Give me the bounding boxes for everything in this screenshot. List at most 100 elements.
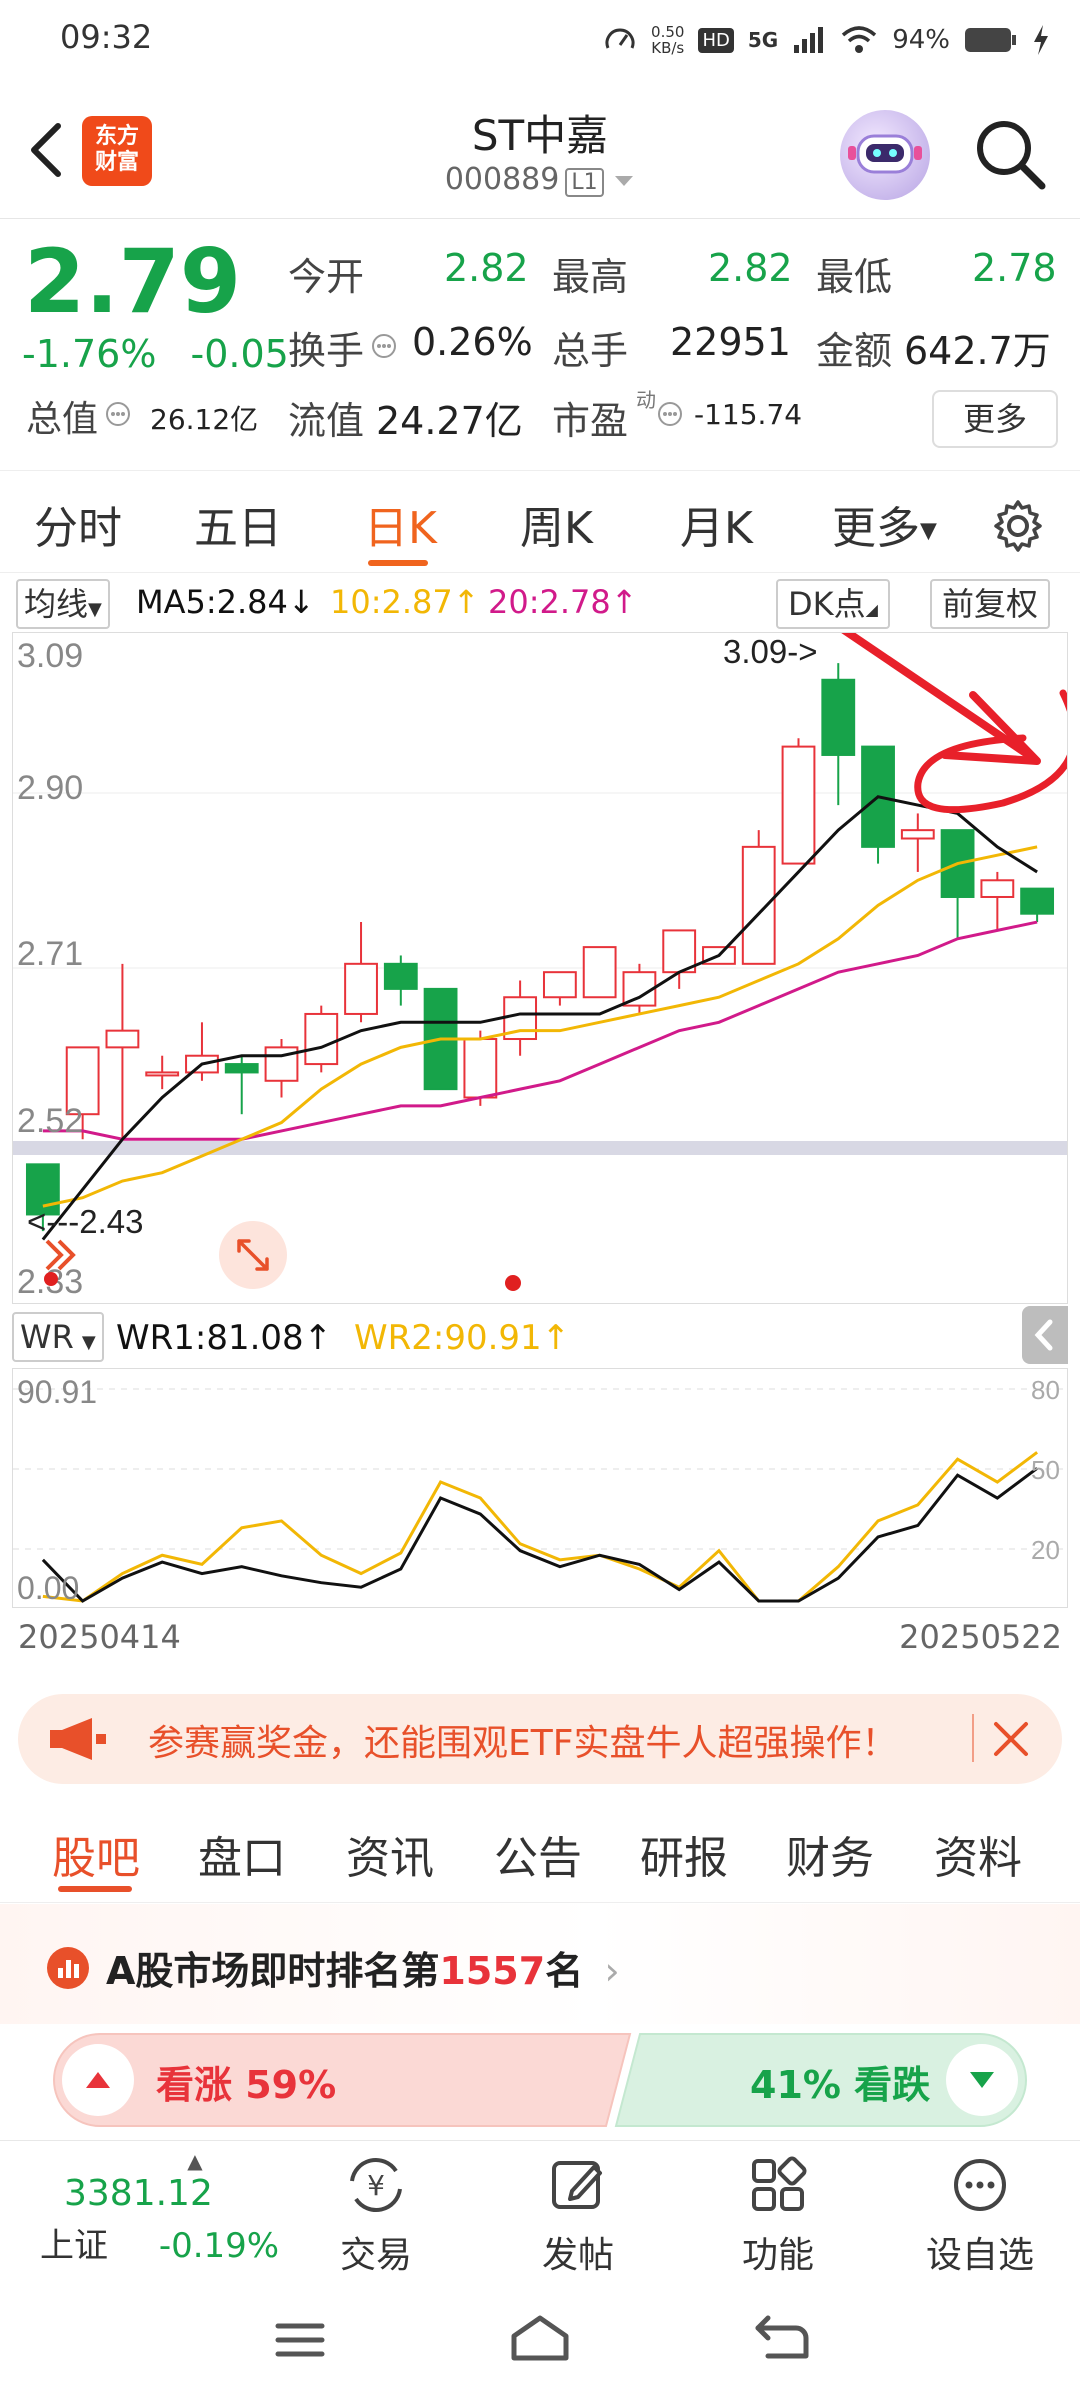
wr2-legend: WR2:90.91↑ [354,1318,570,1358]
candle [821,663,856,806]
tab-monthly-k[interactable]: 月K [680,492,753,556]
adjust-mode-button[interactable]: 前复权 [930,579,1051,629]
wr1-value: WR1:81.08 [116,1318,304,1358]
tab-more-label: 更多 [832,503,920,554]
index-name: 上证 [40,2226,108,2266]
market-rank-row[interactable]: A股市场即时排名第1557名 › [0,1904,1080,2024]
status-icons: 0.50 KB/s HD 5G 94% [603,18,1050,62]
vote-up-button[interactable] [62,2044,134,2116]
candle [145,1055,180,1090]
vote-down-button[interactable] [946,2044,1018,2116]
hd-badge: HD [698,27,734,53]
tab-guba[interactable]: 股吧 [52,1822,140,1886]
close-icon[interactable] [990,1718,1032,1760]
back-nav-icon[interactable] [752,2312,812,2364]
expand-icon[interactable] [219,1221,287,1289]
float-cap-value: 24.27亿 [376,399,523,443]
price-change-row: -1.76% -0.05 [22,332,289,376]
amount-value: 642.7万 [904,329,1051,373]
add-watchlist-button[interactable]: 设自选 [910,2153,1050,2278]
status-bar: 09:32 0.50 KB/s HD 5G 94% [0,0,1080,80]
candle [1020,887,1055,923]
speed-unit: KB/s [651,39,685,57]
wifi-icon [842,26,877,53]
volume-label: 总手 [552,329,629,373]
ma5-legend: MA5:2.84↓ [136,583,315,621]
post-button[interactable]: 发帖 [508,2153,648,2278]
settings-gear-icon[interactable] [990,498,1046,554]
yen-exchange-icon: ¥ [350,2157,402,2213]
rank-suffix: 名 [545,1949,584,1993]
assistant-avatar[interactable] [840,110,930,200]
trade-button[interactable]: ¥ 交易 [306,2153,446,2278]
network-speed: 0.50 KB/s [651,24,684,56]
turnover-label: 换手 [288,329,365,373]
market-cap-label: 总值 [26,399,99,440]
period-tabs: 分时 五日 日K 周K 月K 更多▼ [0,470,1080,573]
info-icon[interactable] [104,400,132,428]
candle [383,955,418,1006]
index-ticker[interactable]: ▲ 3381.12 上证 -0.19% [40,2149,290,2267]
arrow-up-icon: ↑ [610,583,638,621]
edit-post-icon [552,2161,602,2209]
info-icon[interactable] [370,332,398,360]
caret-down-icon: ▼ [88,599,102,620]
tab-five-day[interactable]: 五日 [194,492,282,556]
bottom-action-bar: ▲ 3381.12 上证 -0.19% ¥ 交易 发帖 功能 设自选 [0,2140,1080,2276]
kline-chart[interactable]: 3.09 2.90 2.71 2.52 2.33 3.09-> <---2.43 [12,632,1068,1304]
post-label: 发帖 [541,2235,614,2276]
tab-news[interactable]: 资讯 [346,1822,434,1886]
wr-chart[interactable]: 90.91 0.00 80 50 20 [12,1368,1068,1608]
home-icon[interactable] [508,2312,572,2364]
wr-svg: 90.91 0.00 80 50 20 [13,1374,1067,1606]
tab-order-book[interactable]: 盘口 [198,1822,286,1886]
tab-intraday[interactable]: 分时 [34,492,122,556]
search-icon[interactable] [972,116,1048,192]
last-price: 2.79 [24,230,242,333]
tab-financials[interactable]: 财务 [786,1822,874,1886]
tab-profile[interactable]: 资料 [934,1822,1022,1886]
trade-label: 交易 [339,2235,412,2276]
wr1-line [41,1467,1039,1603]
caret-down-icon: ▼ [920,518,937,544]
candle [344,922,378,1023]
info-icon[interactable] [656,400,684,428]
candle [542,971,577,1006]
collapse-panel-button[interactable] [1022,1306,1068,1364]
tab-weekly-k[interactable]: 周K [520,492,593,556]
tab-announcements[interactable]: 公告 [494,1822,582,1886]
menu-icon[interactable] [272,2318,328,2362]
tab-more[interactable]: 更多▼ [832,492,937,556]
tab-daily-k[interactable]: 日K [364,492,437,556]
low-label: 最低 [816,255,893,299]
candle [940,829,975,939]
candle [105,963,140,1140]
dk-point-button[interactable]: DK点◢ [776,579,890,629]
more-quote-button[interactable]: 更多 [932,390,1058,448]
quote-summary: 2.79 -1.76% -0.05 今开 2.82 最高 2.82 最低 2.7… [0,220,1080,471]
ma-legend: 均线▼ MA5:2.84↓ 10:2.87↑ 20:2.78↑ DK点◢ 前复权 [0,575,1080,631]
battery-icon [965,28,1016,52]
open-value: 2.82 [444,246,529,290]
candle [900,813,935,872]
tab-research[interactable]: 研报 [640,1822,728,1886]
change-amount: -0.05 [190,332,289,376]
chevron-right-icon: › [604,1949,620,1993]
functions-button[interactable]: 功能 [708,2153,848,2278]
promo-banner[interactable]: 参赛赢奖金，还能围观ETF实盘牛人超强操作！ [18,1694,1062,1784]
y-tick: 2.71 [17,935,83,973]
change-percent: -1.76% [22,332,157,376]
ma5-value: MA5:2.84 [136,583,288,621]
speed-value: 0.50 [651,23,685,41]
candle [224,1055,259,1115]
event-marker-dot[interactable] [505,1275,521,1291]
wr-tick: 50 [1031,1455,1060,1485]
wr-selector[interactable]: WR ▼ [12,1312,104,1362]
high-label: 最高 [552,255,629,299]
indicator-selector[interactable]: 均线▼ [16,579,110,629]
add-watchlist-label: 设自选 [925,2235,1034,2276]
charging-bolt-icon [1034,25,1048,55]
caret-up-icon: ▲ [187,2149,203,2173]
signal-icon [794,27,824,53]
arrow-up-icon: ↑ [541,1318,571,1358]
